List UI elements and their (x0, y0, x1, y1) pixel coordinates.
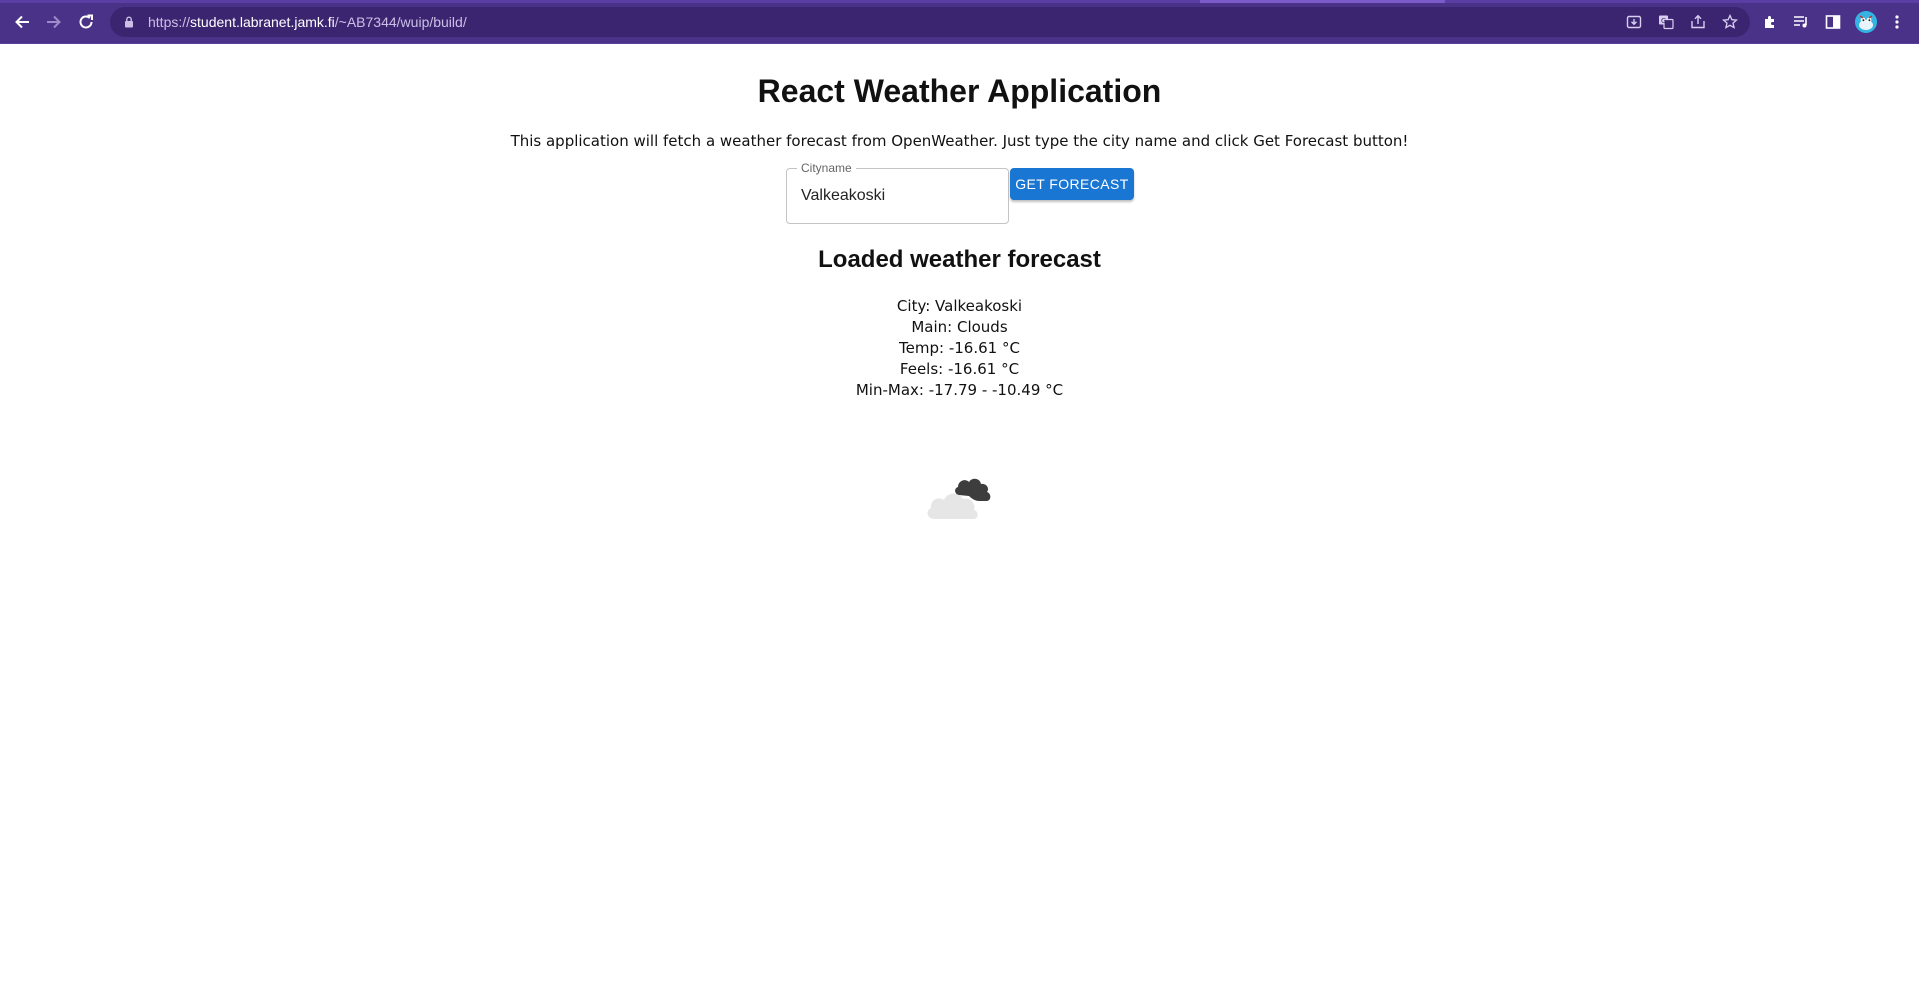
arrow-right-icon (47, 15, 61, 29)
address-bar[interactable]: https://student.labranet.jamk.fi/~AB7344… (110, 7, 1750, 37)
forecast-city: City: Valkeakoski (896, 297, 1023, 315)
browser-toolbar: https://student.labranet.jamk.fi/~AB7344… (0, 0, 1919, 44)
get-forecast-button[interactable]: GET FORECAST (1010, 168, 1134, 200)
browser-menu-icon[interactable] (1887, 12, 1907, 32)
active-tab-indicator (1200, 0, 1445, 3)
forecast-temp: Temp: -16.61 °C (899, 339, 1020, 357)
reload-icon (79, 14, 93, 29)
page-content: React Weather Application This applicati… (0, 45, 1919, 1007)
cityname-input[interactable] (788, 170, 1007, 222)
svg-text:G: G (1661, 17, 1666, 25)
tab-strip (0, 0, 1919, 3)
cityname-field: Cityname (786, 161, 1009, 224)
side-panel-icon[interactable] (1823, 12, 1843, 32)
back-button[interactable] (10, 10, 34, 34)
url-scheme: https:// (148, 14, 191, 30)
reload-button[interactable] (74, 10, 98, 34)
forecast-heading: Loaded weather forecast (818, 246, 1101, 273)
page-title: React Weather Application (757, 73, 1162, 109)
broken-clouds-icon (927, 478, 991, 519)
extensions-icon[interactable] (1760, 12, 1780, 32)
forecast-minmax: Min-Max: -17.79 - -10.49 °C (855, 381, 1064, 399)
url-host: student.labranet.jamk.fi (190, 14, 335, 30)
url-path: /~AB7344/wuip/build/ (334, 14, 467, 30)
intro-text: This application will fetch a weather fo… (510, 132, 1409, 150)
profile-avatar-icon[interactable] (1855, 11, 1877, 33)
forecast-feels: Feels: -16.61 °C (899, 360, 1020, 378)
arrow-left-icon (15, 15, 29, 29)
forecast-details: City: Valkeakoski Main: Clouds Temp: -16… (0, 296, 1919, 401)
forward-button[interactable] (42, 10, 66, 34)
bookmark-star-icon[interactable] (1721, 13, 1739, 31)
url-text: https://student.labranet.jamk.fi/~AB7344… (148, 14, 467, 30)
install-app-icon[interactable] (1625, 13, 1643, 31)
media-queue-icon[interactable] (1792, 12, 1812, 32)
forecast-main: Main: Clouds (911, 318, 1008, 336)
lock-icon[interactable] (122, 15, 136, 29)
share-icon[interactable] (1689, 13, 1707, 31)
translate-icon[interactable]: G (1657, 13, 1675, 31)
